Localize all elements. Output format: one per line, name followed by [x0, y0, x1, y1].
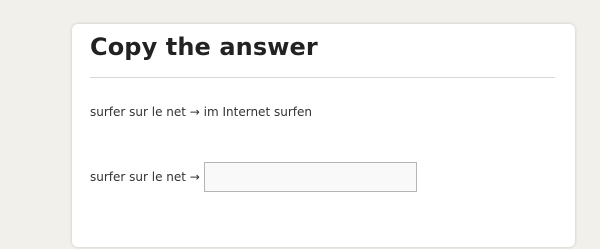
example-answer: surfer sur le net → im Internet surfen — [90, 105, 312, 119]
answer-row: surfer sur le net → — [90, 160, 417, 194]
answer-input[interactable] — [203, 162, 417, 192]
question-card: Copy the answer surfer sur le net → im I… — [72, 24, 575, 247]
answer-prompt: surfer sur le net → — [90, 170, 200, 184]
title-divider — [90, 77, 555, 78]
card-title: Copy the answer — [90, 33, 318, 61]
